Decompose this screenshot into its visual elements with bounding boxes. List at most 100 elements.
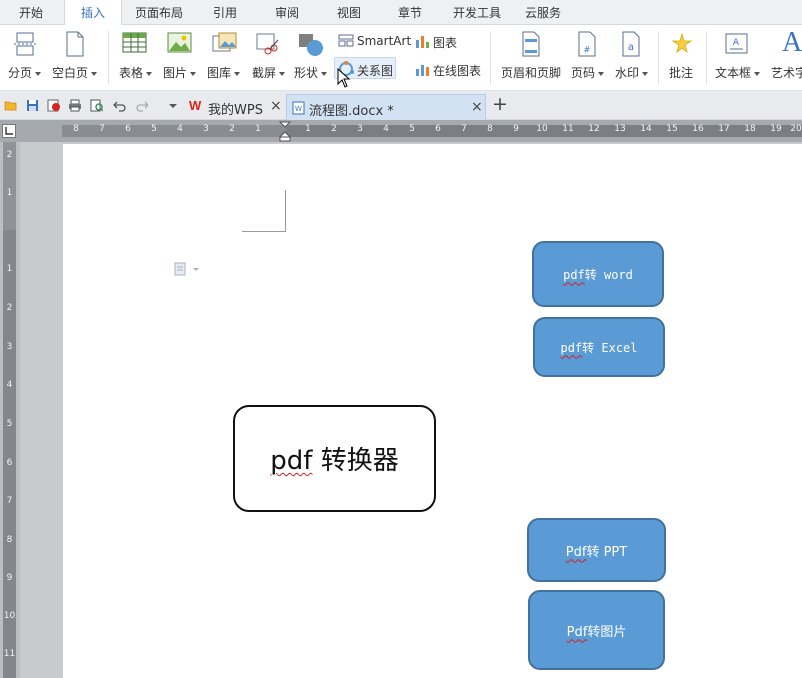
ruler-tick-label: 10: [536, 124, 548, 134]
node-pdf-to-ppt-text: Pdf转 PPT: [565, 544, 628, 560]
margin-crop-mark: [285, 190, 286, 232]
tab-my-wps[interactable]: W 我的WPS ×: [184, 94, 284, 120]
ribbon-insert: 分页 空白页 表格 图片 图库 截屏 形状 SmartArt 图表 关系图 在线…: [0, 25, 802, 91]
wordart-label: 艺术字: [771, 66, 802, 80]
page-break-button[interactable]: 分页: [4, 29, 44, 83]
new-tab-icon[interactable]: +: [492, 93, 508, 115]
blank-page-icon: [66, 31, 84, 57]
chart-label: 图表: [433, 36, 458, 50]
save-icon[interactable]: [26, 99, 39, 112]
page-number-button[interactable]: # 页码: [568, 29, 608, 83]
shape-label: 形状: [294, 66, 319, 80]
table-button[interactable]: 表格: [116, 29, 156, 83]
ruler-tick-label: 6: [435, 124, 441, 134]
close-icon[interactable]: ×: [471, 99, 483, 115]
chevron-down-icon: [279, 71, 286, 76]
diagram-node-pdf-to-word[interactable]: pdf转 word: [532, 241, 664, 307]
ruler-tick-label: 2: [229, 124, 235, 134]
online-chart-button[interactable]: 在线图表: [413, 59, 485, 79]
menu-tab-references[interactable]: 引用: [203, 0, 247, 25]
diagram-node-pdf-to-excel[interactable]: pdf转 Excel: [533, 317, 665, 377]
ruler-tick-label: 17: [718, 124, 730, 134]
menu-tab-developer[interactable]: 开发工具: [445, 0, 509, 25]
ribbon-separator: [658, 31, 659, 85]
ruler-tick-label: 19: [770, 124, 782, 134]
indent-marker-icon[interactable]: [278, 121, 292, 143]
screenshot-button[interactable]: 截屏: [249, 29, 289, 83]
ruler-tick-label: 9: [513, 124, 519, 134]
textbox-button[interactable]: A 文本框: [712, 29, 764, 83]
tab-document[interactable]: W 流程图.docx * ×: [286, 94, 486, 120]
page-number-label: 页码: [571, 66, 596, 80]
export-pdf-icon[interactable]: [47, 99, 60, 112]
header-footer-icon: [522, 31, 540, 57]
picture-button[interactable]: 图片: [160, 29, 200, 83]
ruler-tick-label: 18: [744, 124, 756, 134]
svg-text:#: #: [584, 45, 591, 54]
diagram-node-pdf-to-ppt[interactable]: Pdf转 PPT: [527, 518, 666, 582]
picture-label: 图片: [163, 66, 188, 80]
smartart-button[interactable]: SmartArt: [336, 31, 412, 51]
node-pdf-to-excel-text: pdf转 Excel: [560, 340, 638, 355]
ruler-tick-label: 3: [357, 124, 363, 134]
diagram-center-node[interactable]: pdf 转换器: [233, 405, 436, 512]
menu-tab-insert[interactable]: 插入: [64, 0, 122, 26]
diagram-node-pdf-to-image[interactable]: Pdf转图片: [528, 590, 665, 670]
screenshot-icon: [256, 33, 279, 55]
close-icon[interactable]: ×: [270, 98, 282, 114]
chart-button[interactable]: 图表: [413, 31, 463, 51]
menu-tab-cloud[interactable]: 云服务: [518, 0, 568, 25]
ruler-tick-label: 1: [305, 124, 311, 134]
ruler-tick-label: 20: [790, 124, 802, 134]
customize-dropdown-icon[interactable]: [167, 101, 180, 114]
tab-stop-selector[interactable]: [2, 124, 16, 138]
ruler-tick-label: 6: [125, 124, 131, 134]
table-icon: [122, 32, 147, 53]
page-number-icon: #: [578, 31, 596, 57]
comment-label: 批注: [669, 66, 694, 80]
menu-tab-chapter[interactable]: 章节: [388, 0, 432, 25]
chevron-down-icon: [190, 71, 197, 76]
gallery-label: 图库: [207, 66, 232, 80]
ruler-tick-label: 9: [6, 573, 13, 583]
textbox-label: 文本框: [715, 66, 752, 80]
blank-page-button[interactable]: 空白页: [50, 29, 100, 83]
ruler-tick-label: 7: [99, 124, 105, 134]
paragraph-layout-icon[interactable]: [174, 262, 202, 276]
ruler-tick-label: 3: [6, 342, 13, 352]
menu-tab-page-layout[interactable]: 页面布局: [128, 0, 190, 25]
tab-my-wps-label: 我的WPS: [208, 103, 263, 118]
menu-tab-review[interactable]: 审阅: [265, 0, 309, 25]
chevron-down-icon: [146, 71, 153, 76]
undo-icon[interactable]: [113, 99, 126, 112]
chevron-down-icon: [642, 71, 649, 76]
chevron-down-icon: [91, 71, 98, 76]
open-folder-icon[interactable]: [4, 99, 17, 112]
gallery-button[interactable]: 图库: [204, 29, 248, 83]
chevron-down-icon: [754, 71, 761, 76]
screenshot-label: 截屏: [252, 66, 277, 80]
ruler-tick-label: 2: [6, 303, 13, 313]
online-chart-icon: [416, 65, 429, 76]
wordart-button[interactable]: A 艺术字: [768, 27, 802, 83]
quick-access-bar: W 我的WPS × W 流程图.docx * × +: [0, 91, 802, 120]
menu-tab-start[interactable]: 开始: [8, 0, 54, 25]
header-footer-button[interactable]: 页眉和页脚: [498, 29, 564, 83]
print-preview-icon[interactable]: [90, 99, 103, 112]
menu-tab-view[interactable]: 视图: [327, 0, 371, 25]
ruler-tick-label: 1: [255, 124, 261, 134]
watermark-button[interactable]: a 水印: [612, 29, 652, 83]
smartart-icon: [338, 34, 354, 47]
picture-icon: [167, 32, 192, 53]
redo-icon[interactable]: [135, 99, 148, 112]
ruler-tick-label: 14: [640, 124, 652, 134]
ribbon-separator: [706, 31, 707, 85]
comment-button[interactable]: 批注: [664, 29, 700, 83]
shape-button[interactable]: 形状: [292, 29, 332, 83]
ruler-tick-label: 8: [487, 124, 493, 134]
print-icon[interactable]: [68, 99, 81, 112]
ruler-tick-label: 2: [331, 124, 337, 134]
chevron-down-icon: [234, 71, 241, 76]
ruler-tick-label: 5: [6, 419, 13, 429]
ruler-tick-label: 3: [203, 124, 209, 134]
